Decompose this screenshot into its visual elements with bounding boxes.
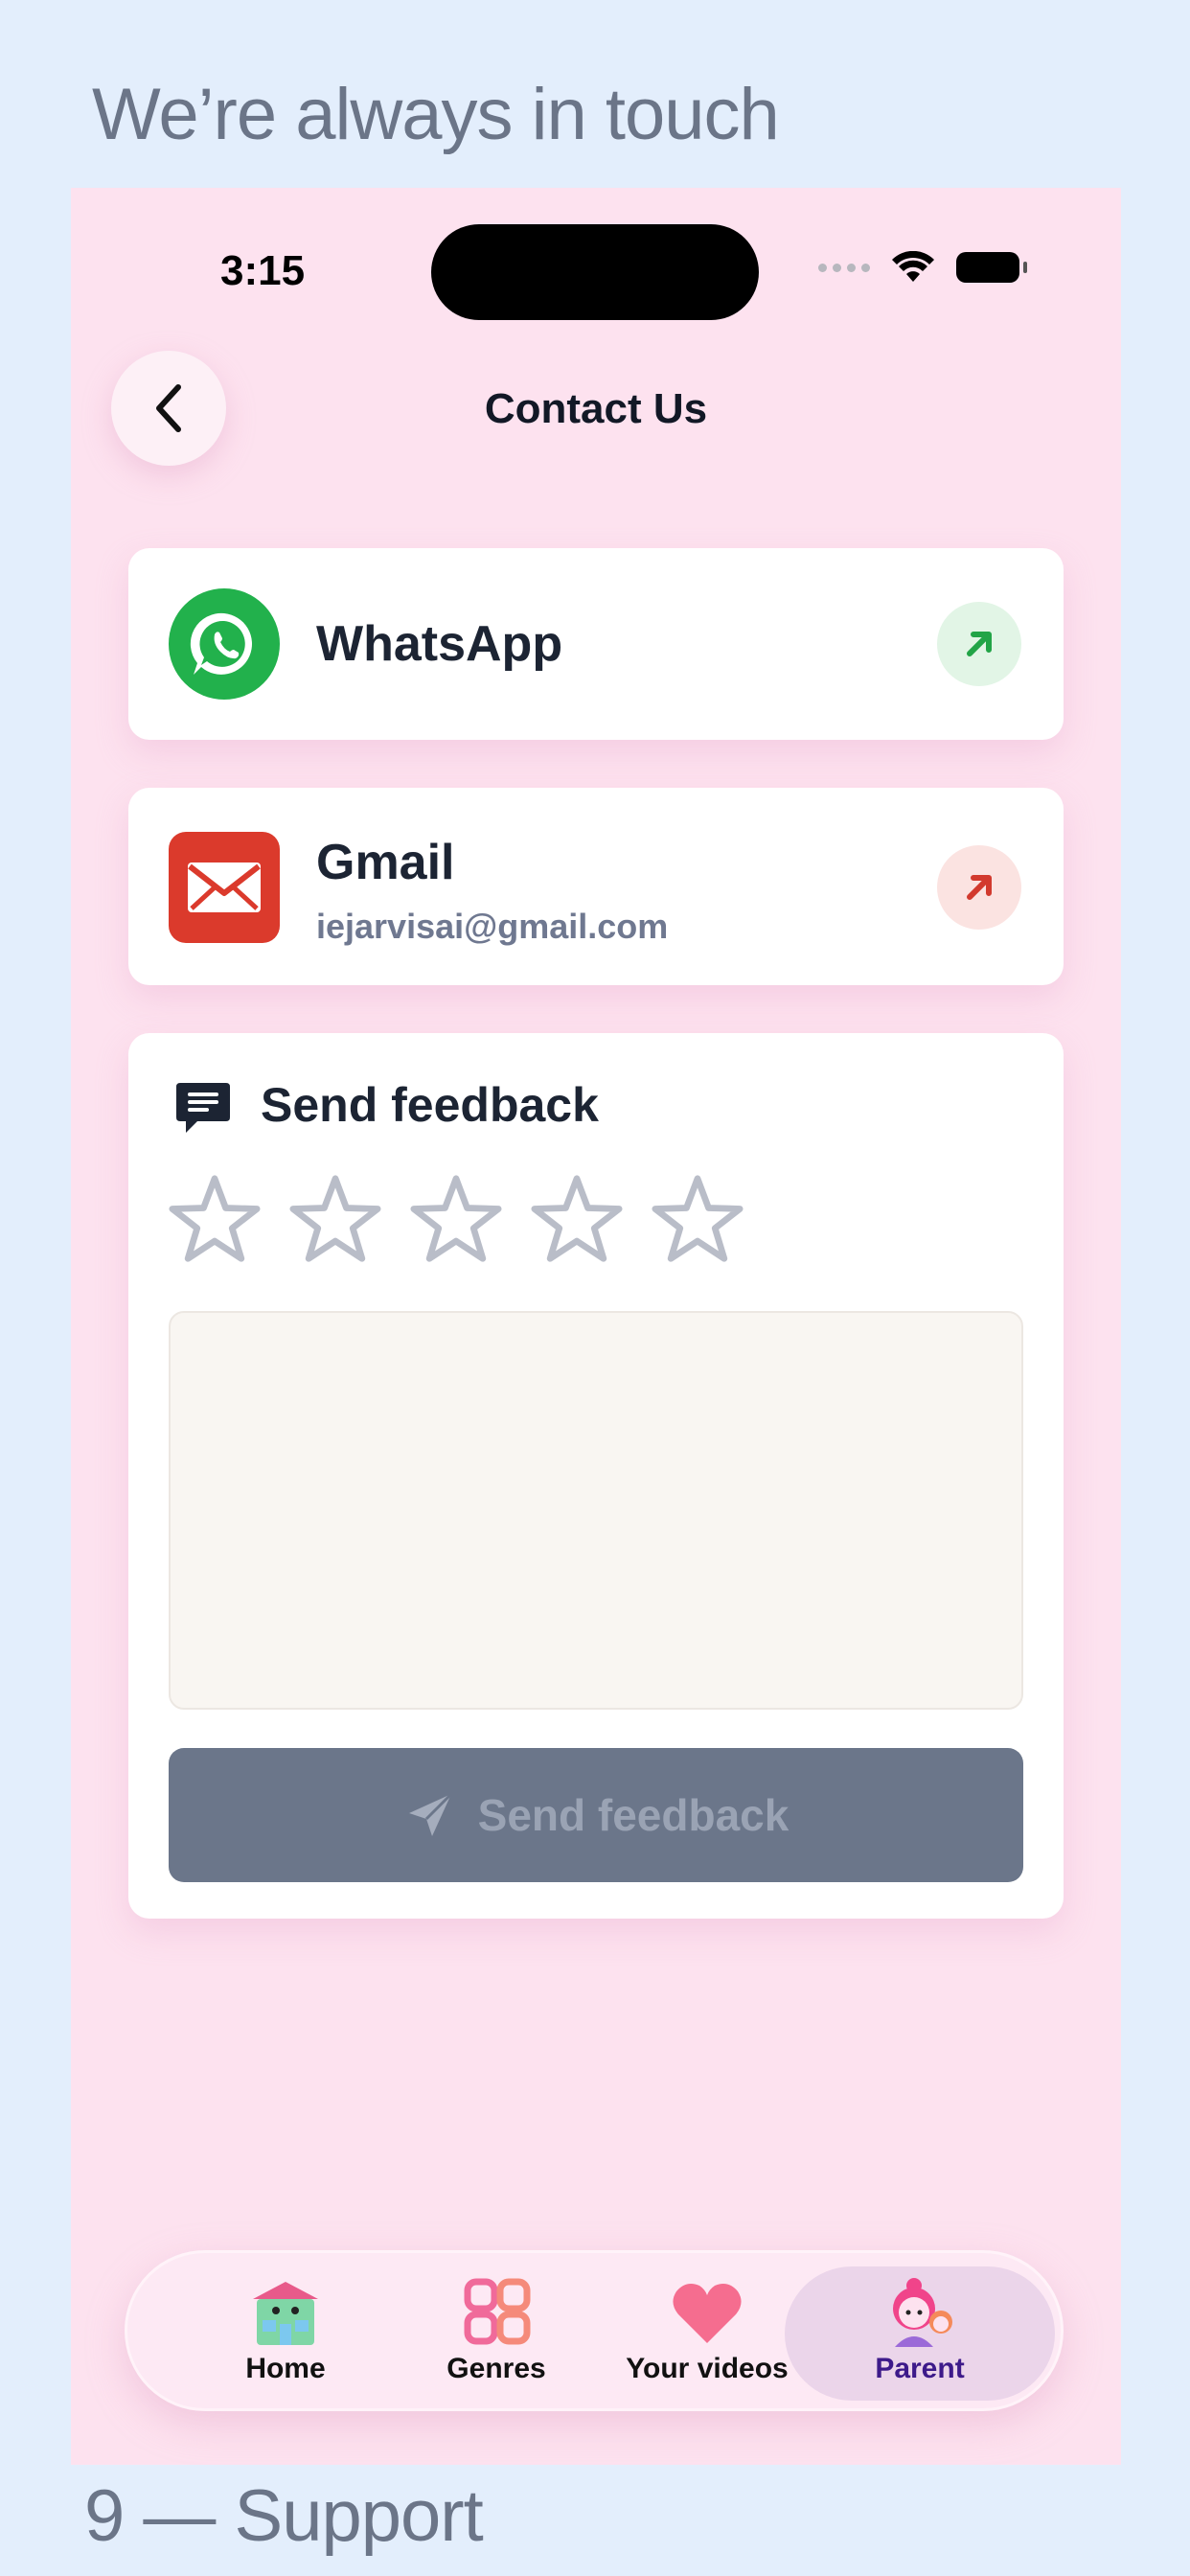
send-feedback-label: Send feedback (477, 1790, 790, 1840)
bottom-tab-bar: Home Genres Your videos Parent (125, 2250, 1064, 2411)
gmail-open-button[interactable] (937, 845, 1021, 930)
tab-parent[interactable]: Parent (785, 2266, 1055, 2401)
arrow-up-right-icon (967, 632, 992, 656)
wifi-icon (892, 251, 934, 282)
whatsapp-open-button[interactable] (937, 602, 1021, 686)
cellular-signal-icon (818, 263, 870, 272)
phone-screen: 3:15 Contact Us WhatsApp Gmail iejarvisa… (71, 188, 1121, 2465)
gmail-contact-card[interactable]: Gmail iejarvisai@gmail.com (128, 788, 1064, 985)
page-title: Contact Us (484, 385, 708, 432)
tab-label-genres: Genres (446, 2353, 546, 2384)
gmail-email: iejarvisai@gmail.com (316, 907, 669, 946)
star-icon-1[interactable] (169, 1173, 261, 1265)
genres-icon (464, 2278, 531, 2345)
home-icon (253, 2282, 318, 2345)
star-icon-3[interactable] (410, 1173, 502, 1265)
tab-your-videos[interactable]: Your videos (606, 2266, 808, 2401)
whatsapp-contact-card[interactable]: WhatsApp (128, 548, 1064, 740)
tab-home[interactable]: Home (214, 2266, 357, 2401)
battery-icon (956, 252, 1027, 283)
parent-icon (893, 2278, 952, 2347)
tab-genres[interactable]: Genres (424, 2266, 568, 2401)
status-time: 3:15 (220, 247, 306, 294)
arrow-up-right-icon (967, 875, 992, 900)
whatsapp-label: WhatsApp (316, 616, 563, 672)
send-feedback-button[interactable]: Send feedback (169, 1748, 1023, 1882)
feedback-title: Send feedback (261, 1078, 599, 1132)
star-rating (169, 1173, 744, 1265)
whatsapp-logo-icon (169, 588, 280, 700)
page-footer: 9 — Support (84, 2475, 484, 2557)
star-icon-4[interactable] (531, 1173, 623, 1265)
dynamic-island (431, 224, 759, 320)
star-icon-5[interactable] (652, 1173, 744, 1265)
mail-icon (169, 832, 280, 943)
send-icon (408, 1792, 452, 1836)
feedback-textarea[interactable] (169, 1311, 1023, 1710)
chat-bubble-icon (176, 1083, 230, 1133)
status-icons (818, 251, 1027, 284)
feedback-card: Send feedback Send feedback (128, 1033, 1064, 1919)
star-icon-2[interactable] (289, 1173, 381, 1265)
tab-label-your-videos: Your videos (626, 2353, 789, 2384)
tab-label-parent: Parent (875, 2353, 965, 2384)
gmail-label: Gmail (316, 835, 455, 890)
tab-label-home: Home (245, 2353, 326, 2384)
page-heading: We’re always in touch (92, 74, 780, 155)
heart-icon (673, 2284, 742, 2343)
